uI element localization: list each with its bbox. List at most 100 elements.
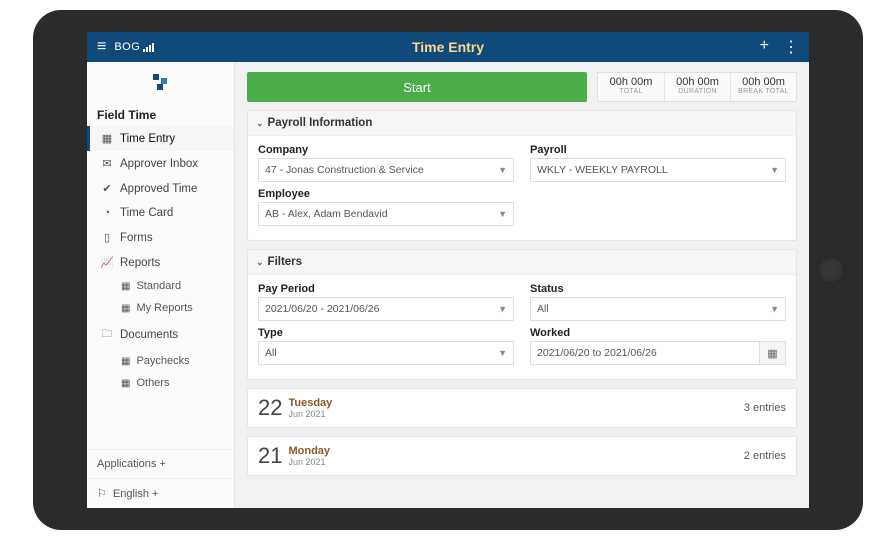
- caret-down-icon: ▼: [498, 348, 507, 358]
- language-toggle[interactable]: ⚐ English +: [87, 478, 234, 508]
- sidebar-item-label: Paychecks: [136, 355, 189, 367]
- sidebar-item-approved-time[interactable]: ✔ Approved Time: [87, 176, 234, 201]
- stat-break: 00h 00m BREAK TOTAL: [730, 73, 796, 101]
- time-stats: 00h 00m TOTAL 00h 00m DURATION 00h 00m B…: [597, 72, 797, 102]
- caret-down-icon: ▼: [770, 165, 779, 175]
- select-value: 47 - Jonas Construction & Service: [265, 164, 424, 176]
- day-row[interactable]: 21 Monday Jun 2021 2 entries: [247, 436, 797, 476]
- stat-duration: 00h 00m DURATION: [664, 73, 730, 101]
- day-row[interactable]: 22 Tuesday Jun 2021 3 entries: [247, 388, 797, 428]
- type-select[interactable]: All ▼: [258, 341, 514, 365]
- day-number: 21: [258, 443, 282, 469]
- day-name: Tuesday: [288, 397, 332, 409]
- sidebar-sub-others[interactable]: ▦ Others: [87, 372, 234, 394]
- employee-select[interactable]: AB - Alex, Adam Bendavid ▼: [258, 202, 514, 226]
- payroll-label: Payroll: [530, 144, 786, 156]
- caret-down-icon: ▼: [498, 209, 507, 219]
- chart-icon: 📈: [101, 256, 113, 269]
- payroll-panel: ⌄ Payroll Information Company 47 - Jonas…: [247, 110, 797, 241]
- company-select[interactable]: 47 - Jonas Construction & Service ▼: [258, 158, 514, 182]
- day-month: Jun 2021: [288, 409, 332, 419]
- day-name: Monday: [288, 445, 330, 457]
- caret-down-icon: ▼: [498, 165, 507, 175]
- sidebar-sub-my-reports[interactable]: ▦ My Reports: [87, 297, 234, 319]
- worked-input[interactable]: 2021/06/20 to 2021/06/26: [530, 341, 760, 365]
- sidebar-item-label: My Reports: [136, 302, 192, 314]
- sidebar-item-reports[interactable]: 📈 Reports: [87, 250, 234, 275]
- pay-period-select[interactable]: 2021/06/20 - 2021/06/26 ▼: [258, 297, 514, 321]
- sidebar-item-approver-inbox[interactable]: ✉ Approver Inbox: [87, 151, 234, 176]
- employee-label: Employee: [258, 188, 514, 200]
- sidebar-item-time-entry[interactable]: ▦ Time Entry: [87, 126, 234, 151]
- sidebar-item-forms[interactable]: ▯ Forms: [87, 225, 234, 250]
- stat-value: 00h 00m: [669, 76, 726, 88]
- grid-icon: ▦: [121, 281, 130, 292]
- sidebar-item-label: Time Entry: [120, 133, 175, 145]
- add-icon[interactable]: +: [760, 37, 769, 57]
- kebab-icon[interactable]: ⋮: [783, 37, 799, 57]
- status-label: Status: [530, 283, 786, 295]
- caret-down-icon: ▼: [498, 304, 507, 314]
- entries-count: 2 entries: [744, 450, 786, 462]
- stat-label: BREAK TOTAL: [735, 88, 792, 95]
- stat-label: DURATION: [669, 88, 726, 95]
- chevron-down-icon: ⌄: [256, 118, 264, 129]
- sidebar: Field Time ▦ Time Entry ✉ Approver Inbox…: [87, 62, 235, 508]
- screen: ≡ BOG Time Entry + ⋮ Field Time ▦ Time E…: [87, 32, 809, 508]
- body: Field Time ▦ Time Entry ✉ Approver Inbox…: [87, 62, 809, 508]
- applications-toggle[interactable]: Applications +: [87, 449, 234, 478]
- sidebar-item-time-card[interactable]: ◔ Time Card: [87, 201, 234, 225]
- file-icon: ▯: [101, 231, 113, 244]
- select-value: WKLY - WEEKLY PAYROLL: [537, 164, 668, 176]
- signal-icon: [143, 42, 155, 52]
- status-select[interactable]: All ▼: [530, 297, 786, 321]
- calendar-icon: ▦: [101, 132, 113, 145]
- stat-value: 00h 00m: [602, 76, 660, 88]
- brand-text: BOG: [114, 41, 140, 53]
- top-row: Start 00h 00m TOTAL 00h 00m DURATION 00h…: [247, 72, 797, 102]
- calendar-picker-icon[interactable]: ▦: [760, 341, 786, 365]
- type-label: Type: [258, 327, 514, 339]
- app-logo: [87, 62, 234, 102]
- worked-label: Worked: [530, 327, 786, 339]
- grid-icon: ▦: [121, 378, 130, 389]
- select-value: All: [265, 347, 277, 359]
- pay-period-label: Pay Period: [258, 283, 514, 295]
- entries-count: 3 entries: [744, 402, 786, 414]
- language-label: English +: [113, 488, 159, 500]
- page-title: Time Entry: [412, 39, 484, 55]
- grid-icon: ▦: [121, 303, 130, 314]
- start-button[interactable]: Start: [247, 72, 587, 102]
- panel-title: Payroll Information: [268, 117, 373, 129]
- sidebar-item-label: Approver Inbox: [120, 158, 198, 170]
- day-number: 22: [258, 395, 282, 421]
- day-month: Jun 2021: [288, 457, 330, 467]
- sidebar-item-label: Others: [136, 377, 169, 389]
- main-content: Start 00h 00m TOTAL 00h 00m DURATION 00h…: [235, 62, 809, 508]
- sidebar-sub-paychecks[interactable]: ▦ Paychecks: [87, 350, 234, 372]
- panel-title: Filters: [268, 256, 303, 268]
- payroll-panel-header[interactable]: ⌄ Payroll Information: [248, 111, 796, 136]
- caret-down-icon: ▼: [770, 304, 779, 314]
- stat-label: TOTAL: [602, 88, 660, 95]
- stat-total: 00h 00m TOTAL: [598, 73, 664, 101]
- sidebar-item-label: Forms: [120, 232, 153, 244]
- chevron-down-icon: ⌄: [256, 257, 264, 268]
- filters-panel-header[interactable]: ⌄ Filters: [248, 250, 796, 275]
- company-label: Company: [258, 144, 514, 156]
- select-value: All: [537, 303, 549, 315]
- payroll-select[interactable]: WKLY - WEEKLY PAYROLL ▼: [530, 158, 786, 182]
- clock-icon: ◔: [101, 207, 113, 219]
- sidebar-item-label: Time Card: [120, 207, 173, 219]
- sidebar-item-label: Approved Time: [120, 183, 197, 195]
- sidebar-item-documents[interactable]: 🗀 Documents: [87, 319, 234, 350]
- input-value: 2021/06/20 to 2021/06/26: [537, 347, 657, 359]
- inbox-icon: ✉: [101, 157, 113, 170]
- top-bar: ≡ BOG Time Entry + ⋮: [87, 32, 809, 62]
- hamburger-icon[interactable]: ≡: [97, 39, 106, 55]
- grid-icon: ▦: [121, 356, 130, 367]
- stat-value: 00h 00m: [735, 76, 792, 88]
- globe-icon: ⚐: [97, 487, 107, 500]
- sidebar-sub-standard[interactable]: ▦ Standard: [87, 275, 234, 297]
- sidebar-item-label: Documents: [120, 329, 178, 341]
